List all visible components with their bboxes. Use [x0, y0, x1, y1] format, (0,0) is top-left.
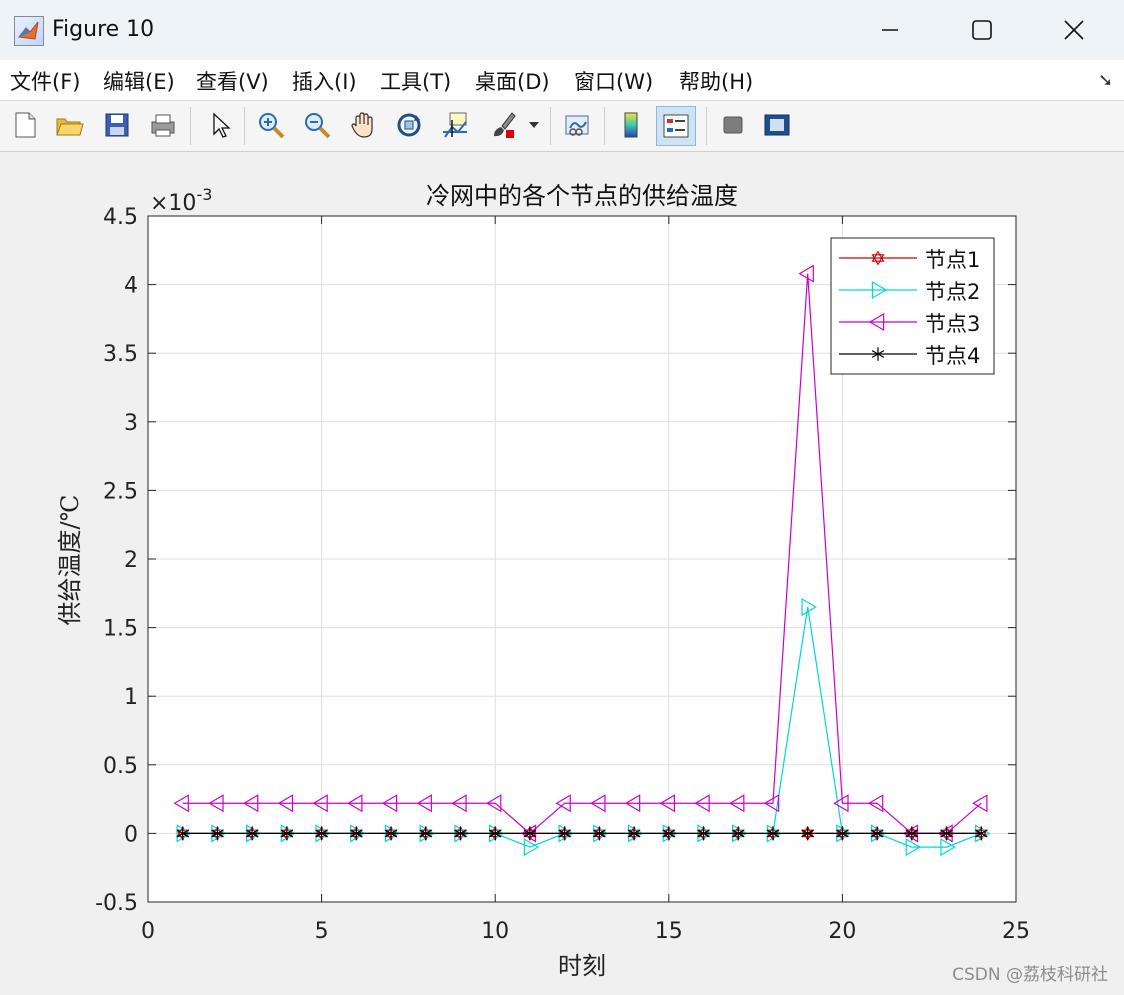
toolbar-separator	[550, 107, 551, 145]
show-plot-tools-icon[interactable]	[758, 106, 796, 144]
hide-plot-tools-icon[interactable]	[714, 106, 752, 144]
menu-tools[interactable]: 工具(T)	[380, 66, 451, 96]
minimize-button[interactable]	[860, 10, 920, 50]
colorbar-icon[interactable]	[612, 106, 650, 144]
data-cursor-icon[interactable]	[436, 106, 474, 144]
maximize-button[interactable]	[952, 10, 1012, 50]
maximize-icon	[972, 20, 992, 40]
legend-icon[interactable]	[656, 106, 696, 146]
brush-icon[interactable]	[484, 106, 522, 144]
y-tick-label: 4.5	[103, 205, 138, 230]
menu-edit[interactable]: 编辑(E)	[103, 66, 175, 96]
figure-toolbar	[0, 101, 1124, 152]
chart-title: 冷网中的各个节点的供给温度	[426, 182, 738, 210]
title-bar: Figure 10	[0, 0, 1124, 61]
legend-label: 节点4	[925, 344, 980, 368]
y-tick-label: -0.5	[95, 891, 138, 916]
close-button[interactable]	[1044, 10, 1104, 50]
toolbar-separator	[190, 107, 191, 145]
menu-bar: 文件(F) 编辑(E) 查看(V) 插入(I) 工具(T) 桌面(D) 窗口(W…	[0, 60, 1124, 101]
link-plot-icon[interactable]	[558, 106, 596, 144]
y-tick-label: 4	[124, 274, 138, 299]
open-icon[interactable]	[50, 106, 88, 144]
menu-desktop[interactable]: 桌面(D)	[475, 66, 550, 96]
watermark: CSDN @荔枝科研社	[952, 965, 1108, 985]
close-icon	[1064, 20, 1084, 40]
legend-label: 节点3	[925, 312, 980, 336]
x-tick-label: 20	[828, 919, 856, 944]
legend[interactable]: 节点1 节点2 节点3 节点4	[830, 237, 995, 375]
y-exponent-label: ×10-3	[150, 185, 212, 216]
minimize-icon	[882, 29, 898, 31]
y-tick-label: 2	[124, 548, 138, 573]
y-tick-label: 0	[124, 822, 138, 847]
zoom-out-icon[interactable]	[298, 106, 336, 144]
pan-icon[interactable]	[344, 106, 382, 144]
save-icon[interactable]	[98, 106, 136, 144]
y-tick-label: 1.5	[103, 617, 138, 642]
legend-label: 节点1	[925, 248, 980, 272]
x-tick-label: 15	[655, 919, 683, 944]
x-tick-label: 10	[481, 919, 509, 944]
plot-axes[interactable]: 0 5 10 15 20 25-0.500.511.522.533.544.5 冷网中的各…	[0, 152, 1124, 995]
y-axis-label: 供给温度/℃	[56, 495, 84, 626]
y-tick-label: 3.5	[103, 342, 138, 367]
window-title: Figure 10	[52, 17, 155, 42]
y-tick-label: 2.5	[103, 479, 138, 504]
y-tick-label: 3	[124, 411, 138, 436]
menu-window[interactable]: 窗口(W)	[574, 66, 653, 96]
x-tick-label: 5	[315, 919, 329, 944]
x-tick-label: 0	[141, 919, 155, 944]
legend-label: 节点2	[925, 280, 980, 304]
x-tick-label: 25	[1002, 919, 1030, 944]
toolbar-separator	[706, 107, 707, 145]
toolbar-separator	[604, 107, 605, 145]
rotate-3d-icon[interactable]	[390, 106, 428, 144]
toolbar-separator	[244, 107, 245, 145]
x-axis-label: 时刻	[558, 952, 606, 980]
menu-view[interactable]: 查看(V)	[196, 66, 269, 96]
dock-arrow-icon[interactable]: ➘	[1098, 70, 1113, 91]
menu-help[interactable]: 帮助(H)	[679, 66, 753, 96]
edit-plot-icon[interactable]	[200, 106, 238, 144]
matlab-icon[interactable]	[14, 16, 44, 46]
new-figure-icon[interactable]	[6, 106, 44, 144]
print-icon[interactable]	[144, 106, 182, 144]
brush-dropdown-icon[interactable]	[524, 106, 544, 144]
menu-insert[interactable]: 插入(I)	[292, 66, 357, 96]
y-tick-label: 0.5	[103, 754, 138, 779]
zoom-in-icon[interactable]	[252, 106, 290, 144]
menu-file[interactable]: 文件(F)	[10, 66, 80, 96]
y-tick-label: 1	[124, 685, 138, 710]
